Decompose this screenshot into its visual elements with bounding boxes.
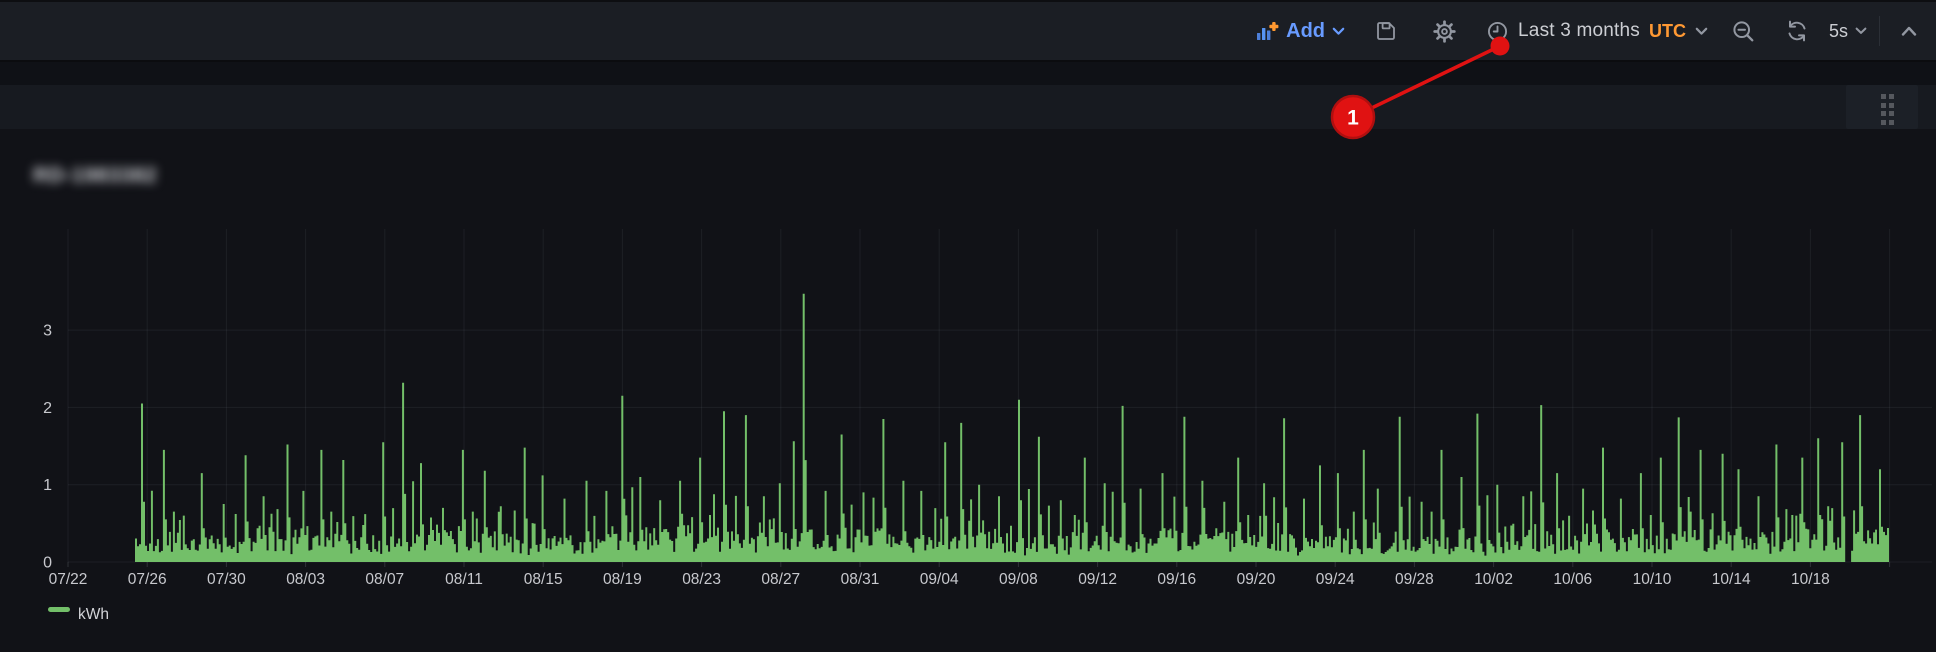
x-tick-label: 10/06 [1553,571,1592,588]
refresh-icon [1785,19,1809,43]
chevron-up-icon [1900,25,1918,37]
x-tick-label: 09/12 [1078,571,1117,588]
gear-icon [1433,20,1456,43]
zoom-out-icon [1732,20,1755,43]
chart-series-area [135,294,1889,562]
y-tick-label: 1 [43,477,52,494]
x-tick-label: 09/16 [1157,571,1196,588]
kwh-area-series [135,294,1889,562]
panel-header-strip [0,85,1936,129]
clock-icon [1486,20,1509,43]
time-range-label: Last 3 months [1518,20,1640,42]
x-tick-label: 10/02 [1474,571,1513,588]
x-tick-label: 09/04 [920,571,959,588]
dashboard-toolbar: Add [0,0,1936,62]
panel-drag-handle[interactable] [1846,85,1918,129]
legend-label[interactable]: kWh [78,606,109,623]
panel-body: 0 1 2 3 07/22 07/26 07/30 08/03 08/07 08/11 08/15 0… [0,129,1936,652]
legend-swatch [48,607,70,612]
x-tick-label: 09/24 [1316,571,1355,588]
zoom-out-button[interactable] [1726,14,1761,49]
x-tick-label: 07/22 [49,571,88,588]
chevron-down-icon [1332,27,1345,36]
grafana-dashboard: Add [0,0,1936,652]
panel-title[interactable]: RD-1983382 [33,164,157,188]
x-tick-label: 08/11 [445,571,483,588]
x-tick-label: 10/18 [1791,571,1830,588]
x-tick-label: 10/10 [1633,571,1672,588]
refresh-interval-picker[interactable]: 5s [1829,21,1867,42]
y-tick-label: 3 [43,323,52,340]
x-tick-label: 08/23 [682,571,721,588]
chevron-down-icon [1695,27,1708,36]
x-tick-label: 08/27 [761,571,800,588]
sub-header-band [0,62,1936,85]
x-tick-label: 09/20 [1237,571,1276,588]
add-button-label: Add [1286,20,1325,43]
drag-handle-dots-icon [1881,94,1895,125]
x-tick-label: 10/14 [1712,571,1751,588]
time-range-picker[interactable]: Last 3 months UTC [1486,20,1708,43]
save-dashboard-button[interactable] [1369,14,1403,48]
chevron-down-icon [1855,27,1867,35]
dashboard-settings-button[interactable] [1427,14,1462,49]
x-tick-label: 08/31 [841,571,880,588]
x-tick-label: 08/07 [365,571,404,588]
collapse-toolbar-button[interactable] [1894,19,1924,43]
add-panel-icon [1255,20,1279,43]
x-tick-label: 08/03 [286,571,325,588]
x-tick-label: 07/26 [128,571,167,588]
x-tick-label: 09/28 [1395,571,1434,588]
timeseries-chart[interactable]: 0 1 2 3 07/22 07/26 07/30 08/03 08/07 08/11 08/15 0… [0,129,1936,652]
x-tick-label: 09/08 [999,571,1038,588]
refresh-interval-label: 5s [1829,21,1848,42]
y-tick-label: 2 [43,400,52,417]
x-tick-label: 07/30 [207,571,246,588]
x-tick-label: 08/15 [524,571,563,588]
timezone-label: UTC [1649,21,1686,42]
toolbar-divider [1879,16,1880,46]
y-tick-label: 0 [43,555,52,572]
refresh-button[interactable] [1779,13,1815,49]
x-tick-label: 08/19 [603,571,642,588]
chart-legend[interactable]: kWh [48,606,109,623]
save-icon [1375,20,1397,42]
add-panel-button[interactable]: Add [1255,20,1345,43]
